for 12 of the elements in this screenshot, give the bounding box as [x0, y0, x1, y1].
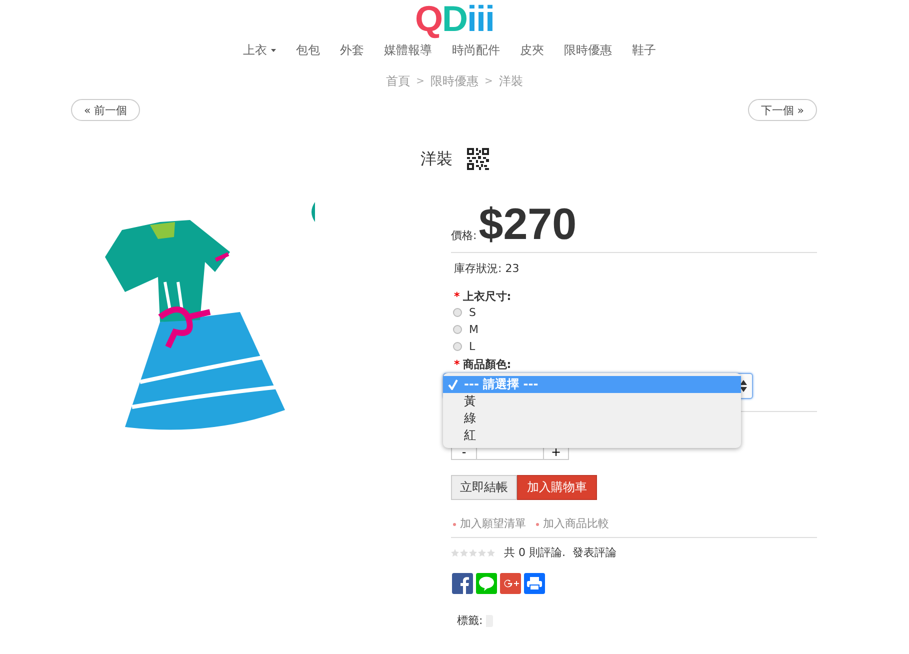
product-title: 洋裝 [420, 148, 452, 170]
required-mark: * [454, 290, 460, 304]
breadcrumb-separator: > [416, 75, 424, 89]
tags-label: 標籤: [457, 614, 483, 628]
price-label: 價格: [451, 228, 477, 243]
stock-status: 庫存狀況: 23 [454, 262, 520, 276]
price: $270 [478, 199, 577, 251]
option-label: 上衣尺寸: [462, 290, 512, 304]
review-count: 共 0 則評論. [504, 546, 566, 560]
breadcrumb-separator: > [484, 75, 493, 89]
required-mark: * [454, 358, 460, 372]
option-label: 商品顏色: [462, 358, 512, 372]
